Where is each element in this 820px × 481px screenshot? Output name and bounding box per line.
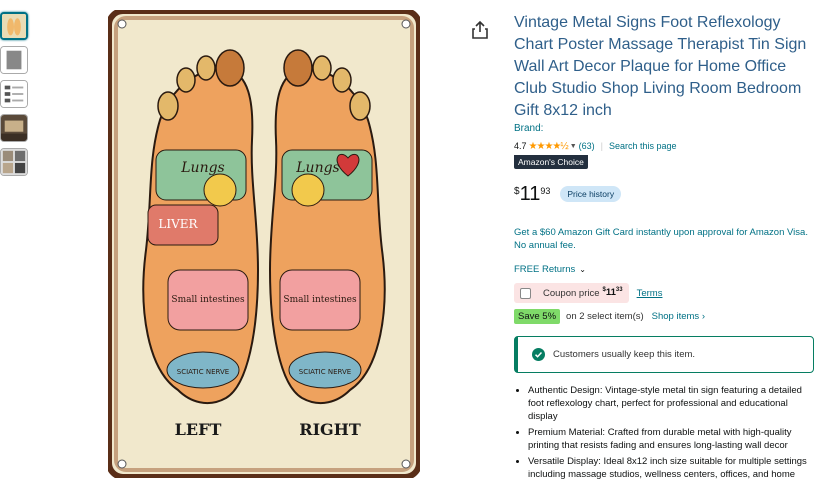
thumbnail-3[interactable] — [0, 80, 28, 108]
amazons-choice-text: Amazon's Choice — [518, 157, 584, 167]
right-label: RIGHT — [299, 420, 361, 439]
bullet-item: Authentic Design: Vintage-style metal ti… — [528, 384, 814, 423]
amazons-choice-badge: Amazon's Choice — [514, 155, 588, 169]
small-intestines-label: Small intestines — [171, 295, 245, 305]
lungs-label: Lungs — [180, 160, 224, 176]
coupon-checkbox[interactable] — [520, 287, 531, 299]
gift-card-offer-link[interactable]: Get a $60 Amazon Gift Card instantly upo… — [514, 226, 814, 252]
share-icon[interactable] — [470, 20, 490, 40]
svg-text:Small intestines: Small intestines — [283, 295, 357, 305]
save-text: on 2 select item(s) — [566, 311, 644, 322]
sciatic-label: SCIATIC NERVE — [177, 368, 229, 376]
terms-link[interactable]: Terms — [637, 288, 663, 299]
bullet-item: Premium Material: Crafted from durable m… — [528, 426, 814, 452]
coupon-price-fraction: 33 — [615, 287, 623, 294]
left-label: LEFT — [175, 420, 222, 439]
chevron-down-icon[interactable]: ▼ — [570, 143, 577, 150]
shop-items-link[interactable]: Shop items › — [652, 311, 705, 322]
thumbnail-strip — [0, 12, 30, 182]
rating-row: 4.7 ★★★★½ ▼ (63) | Search this page — [514, 140, 814, 152]
coupon-row: Coupon price $1133 Terms — [514, 283, 814, 303]
customers-keep-text: Customers usually keep this item. — [553, 349, 696, 360]
rating-count-link[interactable]: (63) — [579, 141, 595, 151]
svg-text:Lungs: Lungs — [295, 160, 339, 176]
search-page-link[interactable]: Search this page — [609, 141, 677, 151]
customers-keep-box: Customers usually keep this item. — [514, 336, 814, 373]
brand-label[interactable]: Brand: — [514, 123, 814, 136]
right-foot-chart: Lungs Small intestines SCIATIC NERVE — [268, 49, 386, 405]
thumbnail-1[interactable] — [0, 12, 28, 40]
coupon-price: $1133 — [603, 287, 623, 298]
coupon-label: Coupon price — [543, 287, 600, 299]
divider: | — [600, 141, 604, 151]
price-whole: 11 — [519, 183, 541, 205]
coupon-box: Coupon price $1133 — [514, 283, 629, 303]
check-circle-icon — [532, 348, 545, 361]
price-row: $ 11 93 Price history — [514, 184, 814, 208]
thumbnail-5[interactable] — [0, 148, 28, 176]
liver-label: LIVER — [158, 217, 198, 231]
product-page: Lungs LIVER Small intestines SCIATIC NER… — [0, 0, 820, 481]
price-fraction: 93 — [540, 186, 551, 196]
save-badge: Save 5% — [514, 309, 561, 324]
main-product-image[interactable]: Lungs LIVER Small intestines SCIATIC NER… — [108, 10, 420, 478]
left-foot-chart: Lungs LIVER Small intestines SCIATIC NER… — [142, 49, 260, 405]
free-returns-link[interactable]: FREE Returns ⌄ — [514, 264, 814, 275]
thumbnail-2[interactable] — [0, 46, 28, 74]
feature-bullets: Authentic Design: Vintage-style metal ti… — [514, 384, 814, 481]
svg-text:SCIATIC NERVE: SCIATIC NERVE — [299, 368, 351, 376]
product-title: Vintage Metal Signs Foot Reflexology Cha… — [514, 14, 807, 119]
price-history-button[interactable]: Price history — [560, 186, 622, 202]
product-info: Vintage Metal Signs Foot Reflexology Cha… — [514, 12, 814, 481]
rating-value: 4.7 — [514, 141, 527, 151]
free-returns-text: FREE Returns — [514, 264, 576, 275]
save-row: Save 5% on 2 select item(s) Shop items › — [514, 309, 814, 324]
coupon-price-whole: 11 — [605, 287, 616, 299]
chevron-down-icon: ⌄ — [579, 265, 586, 274]
bullet-item: Versatile Display: Ideal 8x12 inch size … — [528, 455, 814, 481]
star-rating-icon[interactable]: ★★★★½ — [529, 141, 569, 152]
thumbnail-4[interactable] — [0, 114, 28, 142]
